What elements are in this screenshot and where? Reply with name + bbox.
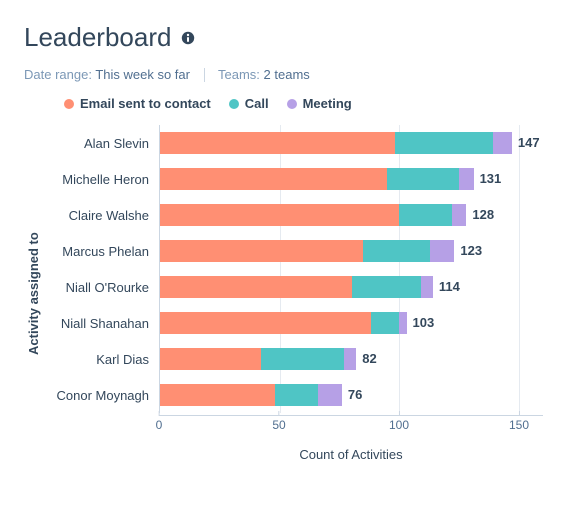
bar-segment[interactable] xyxy=(160,240,363,262)
bar-total: 103 xyxy=(407,312,435,334)
category-label: Alan Slevin xyxy=(41,136,159,151)
bar-total: 82 xyxy=(356,348,376,370)
category-label: Claire Walshe xyxy=(41,208,159,223)
chart-row: Conor Moynagh 76 xyxy=(41,377,543,413)
bar-segment[interactable] xyxy=(344,348,356,370)
legend-label: Meeting xyxy=(303,96,352,111)
chart: Activity assigned to Alan Slevin 147 Miche… xyxy=(24,125,543,462)
bar-segment[interactable] xyxy=(452,204,466,226)
bar-total: 128 xyxy=(466,204,494,226)
bar-segment[interactable] xyxy=(318,384,342,406)
category-label: Conor Moynagh xyxy=(41,388,159,403)
bar-segment[interactable] xyxy=(160,132,395,154)
x-tick: 100 xyxy=(389,411,409,432)
chart-rows: Alan Slevin 147 Michelle Heron 131 Claire Wa… xyxy=(41,125,543,413)
bar-segment[interactable] xyxy=(399,312,406,334)
legend-label: Email sent to contact xyxy=(80,96,211,111)
plot-area: 128 xyxy=(159,197,543,233)
y-axis-label: Activity assigned to xyxy=(24,125,41,462)
x-axis-scale: 050100150 xyxy=(159,415,543,443)
teams-value: 2 teams xyxy=(264,67,310,82)
page-title: Leaderboard xyxy=(24,22,543,53)
chart-row: Marcus Phelan 123 xyxy=(41,233,543,269)
teams-label: Teams: xyxy=(218,67,260,82)
legend-item[interactable]: Meeting xyxy=(287,96,352,111)
x-axis: 050100150 xyxy=(41,415,543,443)
x-tick: 50 xyxy=(272,411,285,432)
bar-segment[interactable] xyxy=(459,168,473,190)
chart-row: Karl Dias 82 xyxy=(41,341,543,377)
bar-segment[interactable] xyxy=(160,384,275,406)
stacked-bar[interactable] xyxy=(160,240,543,262)
leaderboard-card: Leaderboard Date range: This week so far… xyxy=(0,0,567,520)
bar-segment[interactable] xyxy=(421,276,433,298)
plot-area: 114 xyxy=(159,269,543,305)
legend-swatch-meeting xyxy=(287,99,297,109)
bar-total: 131 xyxy=(474,168,502,190)
bar-total: 76 xyxy=(342,384,362,406)
chart-row: Claire Walshe 128 xyxy=(41,197,543,233)
plot-area: 147 xyxy=(159,125,543,161)
plot-area: 76 xyxy=(159,377,543,413)
category-label: Niall Shanahan xyxy=(41,316,159,331)
bar-segment[interactable] xyxy=(160,204,399,226)
legend-item[interactable]: Call xyxy=(229,96,269,111)
stacked-bar[interactable] xyxy=(160,348,543,370)
chart-legend: Email sent to contact Call Meeting xyxy=(64,96,543,111)
bar-segment[interactable] xyxy=(160,348,261,370)
category-label: Karl Dias xyxy=(41,352,159,367)
legend-label: Call xyxy=(245,96,269,111)
plot-area: 123 xyxy=(159,233,543,269)
bar-segment[interactable] xyxy=(261,348,345,370)
stacked-bar[interactable] xyxy=(160,276,543,298)
bar-segment[interactable] xyxy=(352,276,421,298)
date-range-value: This week so far xyxy=(95,67,190,82)
legend-swatch-email xyxy=(64,99,74,109)
x-tick: 150 xyxy=(509,411,529,432)
x-axis-label: Count of Activities xyxy=(41,447,543,462)
category-label: Michelle Heron xyxy=(41,172,159,187)
chart-body: Alan Slevin 147 Michelle Heron 131 Claire Wa… xyxy=(41,125,543,462)
legend-item[interactable]: Email sent to contact xyxy=(64,96,211,111)
stacked-bar[interactable] xyxy=(160,312,543,334)
chart-row: Alan Slevin 147 xyxy=(41,125,543,161)
bar-segment[interactable] xyxy=(395,132,493,154)
meta-separator xyxy=(204,68,205,82)
bar-total: 147 xyxy=(512,132,540,154)
date-range-label: Date range: xyxy=(24,67,92,82)
filter-summary: Date range: This week so far Teams: 2 te… xyxy=(24,67,543,82)
bar-segment[interactable] xyxy=(371,312,400,334)
bar-total: 114 xyxy=(433,276,460,298)
info-icon[interactable] xyxy=(181,31,195,45)
title-text: Leaderboard xyxy=(24,22,171,53)
plot-area: 82 xyxy=(159,341,543,377)
bar-segment[interactable] xyxy=(160,312,371,334)
bar-segment[interactable] xyxy=(399,204,452,226)
stacked-bar[interactable] xyxy=(160,132,543,154)
category-label: Marcus Phelan xyxy=(41,244,159,259)
chart-row: Niall O'Rourke 114 xyxy=(41,269,543,305)
bar-segment[interactable] xyxy=(160,276,352,298)
chart-row: Niall Shanahan 103 xyxy=(41,305,543,341)
bar-segment[interactable] xyxy=(387,168,459,190)
plot-area: 131 xyxy=(159,161,543,197)
bar-segment[interactable] xyxy=(160,168,387,190)
bar-total: 123 xyxy=(454,240,482,262)
bar-segment[interactable] xyxy=(363,240,430,262)
legend-swatch-call xyxy=(229,99,239,109)
bar-segment[interactable] xyxy=(430,240,454,262)
plot-area: 103 xyxy=(159,305,543,341)
x-tick: 0 xyxy=(156,411,163,432)
bar-segment[interactable] xyxy=(275,384,318,406)
category-label: Niall O'Rourke xyxy=(41,280,159,295)
bar-segment[interactable] xyxy=(493,132,512,154)
chart-row: Michelle Heron 131 xyxy=(41,161,543,197)
